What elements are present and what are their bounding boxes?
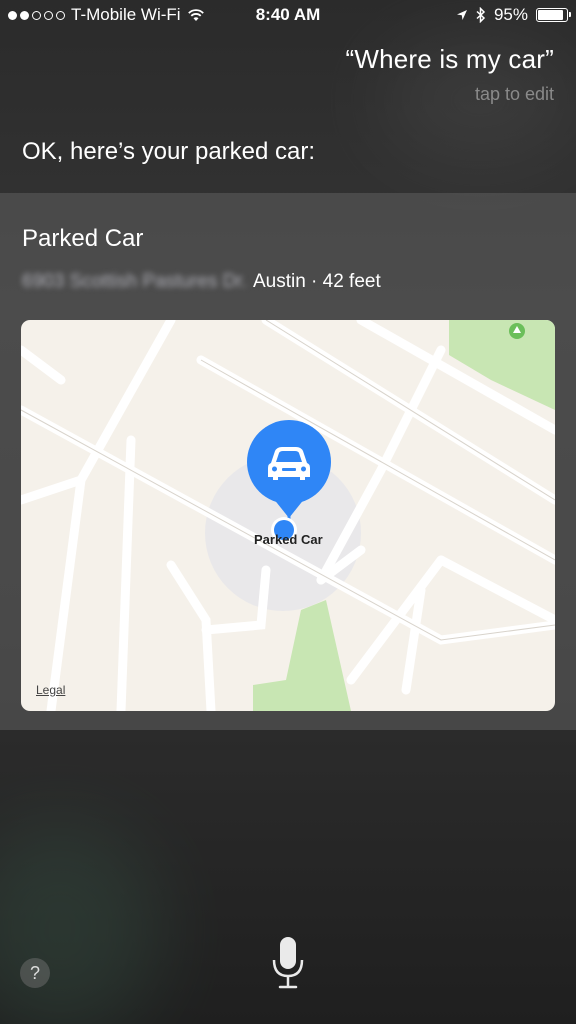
siri-query-text[interactable]: “Where is my car” [345,44,554,75]
status-right: 95% [456,5,571,25]
bluetooth-icon [476,7,486,23]
help-button[interactable]: ? [20,958,50,988]
street-address: 6903 Scottish Pastures Dr. [22,271,247,292]
siri-response-text: OK, here’s your parked car: [22,138,316,165]
query-label: “Where is my car” [345,44,554,74]
location-arrow-icon [456,10,467,20]
city-distance: Austin · 42 feet [252,271,381,292]
battery-percent: 95% [493,5,528,24]
battery-icon [536,8,571,22]
map-view[interactable]: Parked Car Legal [21,320,555,711]
tap-to-edit-link[interactable]: tap to edit [475,84,554,105]
legal-link[interactable]: Legal [36,683,65,697]
pin-label: Parked Car [254,532,323,547]
card-subtitle: 6903 Scottish Pastures Dr. Austin · 42 f… [22,271,381,293]
card-title: Parked Car [22,225,144,252]
background-blur [0,820,160,1024]
map-tiles [21,320,555,711]
parked-car-card[interactable]: Parked Car 6903 Scottish Pastures Dr. Au… [0,193,576,730]
status-bar: T-Mobile Wi-Fi 8:40 AM 95% [0,0,576,30]
microphone-icon[interactable] [270,936,306,990]
